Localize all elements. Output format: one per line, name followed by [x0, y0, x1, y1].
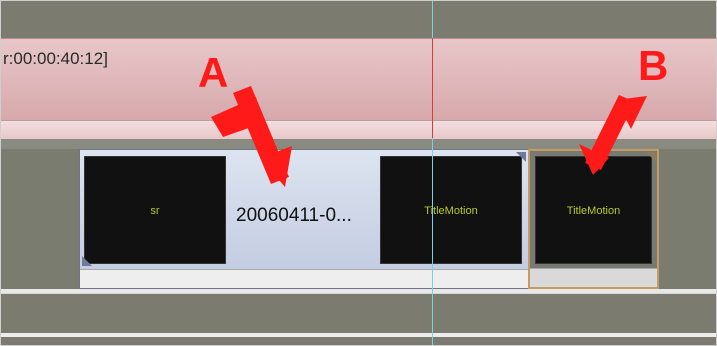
annotation-a: A: [198, 49, 229, 96]
timeline-panel: r:00:00:40:12] sr 20060411-0... TitleMot…: [0, 0, 717, 346]
annotation-arrows: [211, 86, 647, 187]
arrow-b-icon: [579, 95, 647, 175]
arrow-a-icon: [211, 86, 292, 187]
annotation-b: B: [638, 42, 669, 89]
